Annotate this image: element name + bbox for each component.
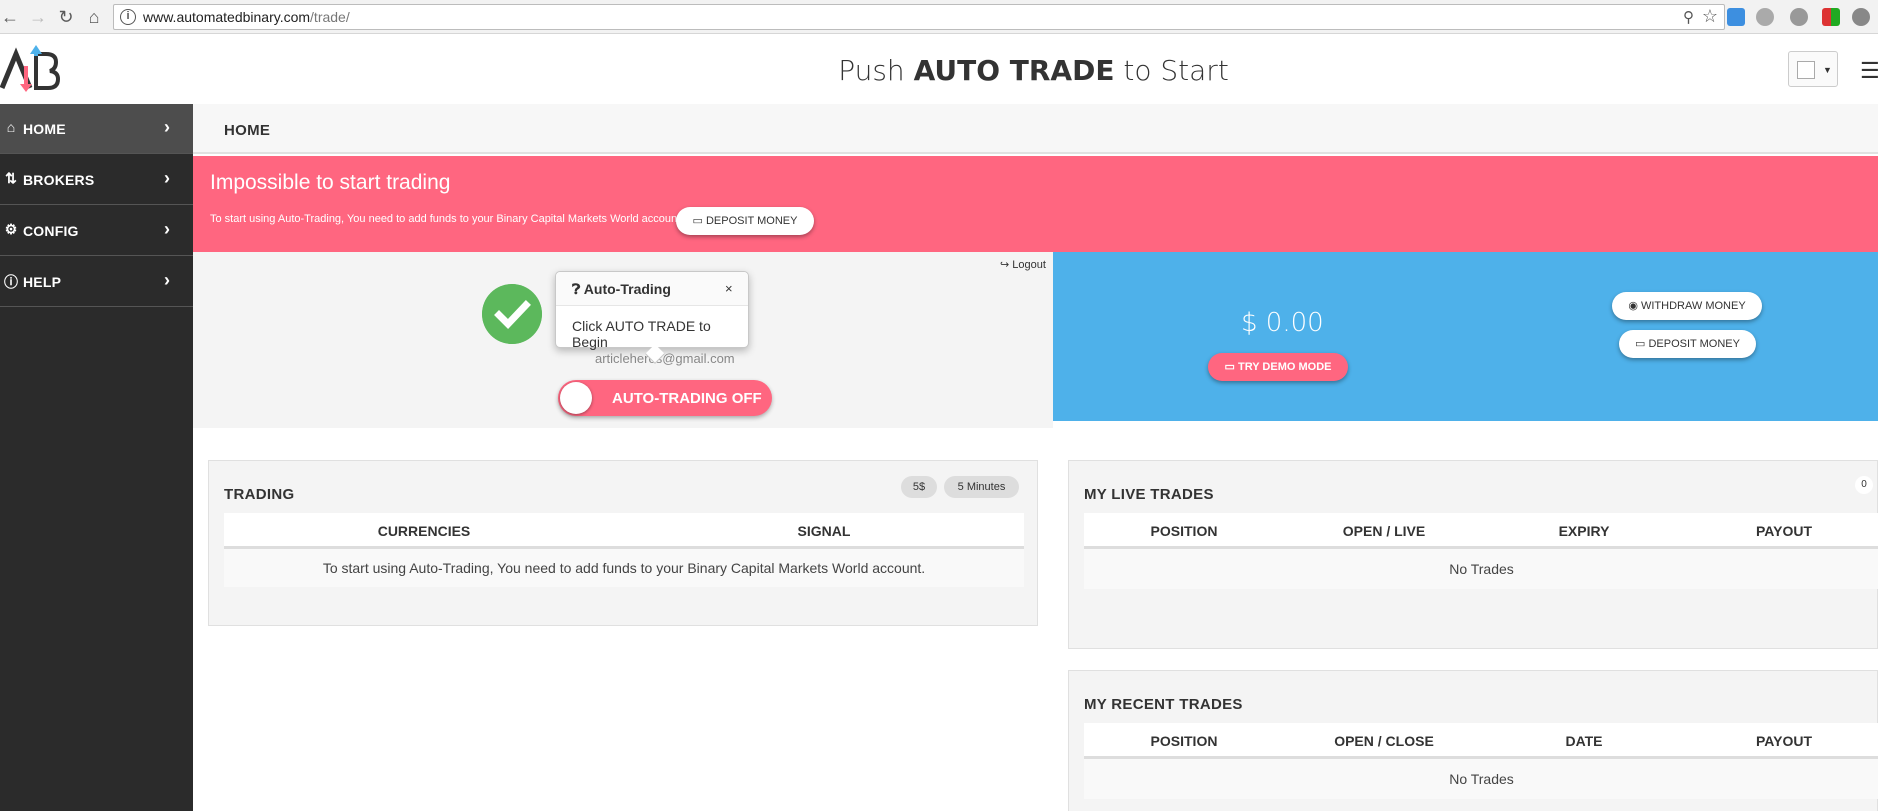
column-header: OPEN / LIVE: [1342, 523, 1426, 539]
balance-panel: $ 0.00 ▭ TRY DEMO MODE ◉ WITHDRAW MONEY …: [1053, 252, 1878, 421]
trading-card: TRADING 5$ 5 Minutes CURRENCIES SIGNAL T…: [208, 460, 1038, 626]
chevron-right-icon: ›: [164, 168, 170, 188]
extension-puzzle-icon[interactable]: [1852, 8, 1870, 26]
url-text: www.automatedbinary.com/trade/: [143, 9, 350, 25]
credit-card-icon: ▭: [692, 215, 703, 227]
withdraw-money-button[interactable]: ◉ WITHDRAW MONEY: [1612, 292, 1762, 320]
column-header: DATE: [1565, 733, 1603, 749]
column-header: POSITION: [1150, 523, 1218, 539]
logout-icon: ↪: [1000, 259, 1010, 271]
trade-expiry-chip[interactable]: 5 Minutes: [944, 476, 1019, 498]
try-demo-mode-button[interactable]: ▭ TRY DEMO MODE: [1208, 353, 1348, 381]
sidebar-item-label: CONFIG: [23, 223, 79, 239]
auto-trading-popover: ❓︎ Auto-Trading × Click AUTO TRADE to Be…: [555, 271, 749, 364]
key-icon[interactable]: ⚲: [1683, 8, 1694, 26]
extension-cloud-icon[interactable]: [1756, 8, 1774, 26]
column-header: POSITION: [1150, 733, 1218, 749]
flag-icon: [1797, 61, 1815, 79]
sidebar-item-config[interactable]: ⚙ CONFIG ›: [0, 206, 193, 256]
column-header: CURRENCIES: [377, 523, 471, 539]
chevron-right-icon: ›: [164, 270, 170, 290]
piggy-bank-icon: ◉: [1628, 300, 1638, 312]
balance-amount: $ 0.00: [1241, 308, 1324, 338]
trading-title: TRADING: [224, 486, 295, 503]
table-header: POSITION OPEN / CLOSE DATE PAYOUT: [1084, 723, 1878, 759]
recent-trades-title: MY RECENT TRADES: [1084, 696, 1243, 713]
address-bar[interactable]: i www.automatedbinary.com/trade/ ⚲ ☆: [113, 4, 1725, 30]
sidebar-item-help[interactable]: ⓘ HELP ›: [0, 257, 193, 307]
bookmark-star-icon[interactable]: ☆: [1702, 6, 1718, 27]
logout-link[interactable]: ↪ Logout: [1000, 258, 1046, 271]
column-header: PAYOUT: [1755, 523, 1812, 539]
page-headline: Push AUTO TRADE to Start: [838, 54, 1229, 87]
language-dropdown[interactable]: ▼: [1788, 51, 1838, 87]
recent-trades-table: POSITION OPEN / CLOSE DATE PAYOUT No Tra…: [1084, 723, 1878, 799]
popover-close-button[interactable]: ×: [725, 281, 733, 296]
table-empty-row: No Trades: [1084, 759, 1878, 799]
sort-arrows-icon: ⇅: [5, 170, 17, 186]
gear-icon: ⚙: [4, 221, 18, 237]
browser-toolbar: ← → ↻ ⌂ i www.automatedbinary.com/trade/…: [0, 0, 1878, 34]
chevron-right-icon: ›: [164, 219, 170, 239]
extension-chart-icon[interactable]: [1727, 8, 1745, 26]
table-header: CURRENCIES SIGNAL: [224, 513, 1024, 549]
sidebar-item-label: HOME: [23, 121, 66, 137]
deposit-money-button[interactable]: ▭ DEPOSIT MONEY: [1619, 330, 1756, 358]
table-empty-row: No Trades: [1084, 549, 1878, 589]
credit-card-icon: ▭: [1635, 338, 1646, 350]
popover-body: Click AUTO TRADE to Begin: [572, 318, 711, 350]
toggle-label: AUTO-TRADING OFF: [612, 390, 762, 407]
funds-alert: Impossible to start trading To start usi…: [193, 156, 1878, 252]
reload-icon[interactable]: ↻: [56, 7, 76, 27]
table-empty-row: To start using Auto-Trading, You need to…: [224, 549, 1024, 587]
extension-grid-icon[interactable]: [1822, 8, 1840, 26]
column-header: EXPIRY: [1558, 523, 1610, 539]
hamburger-menu-icon[interactable]: ☰: [1860, 58, 1878, 84]
live-trades-table: POSITION OPEN / LIVE EXPIRY PAYOUT No Tr…: [1084, 513, 1878, 589]
question-circle-icon: ❓︎: [572, 281, 581, 297]
trade-amount-chip[interactable]: 5$: [901, 476, 937, 498]
live-trades-count-badge: 0: [1855, 476, 1873, 494]
sidebar: ⌂ HOME › ⇅ BROKERS › ⚙ CONFIG › ⓘ HELP ›: [0, 104, 193, 811]
breadcrumb: HOME: [193, 104, 1878, 154]
column-header: OPEN / CLOSE: [1334, 733, 1434, 749]
credit-card-icon: ▭: [1224, 361, 1235, 373]
auto-trading-toggle[interactable]: AUTO-TRADING OFF: [558, 380, 772, 416]
alert-title: Impossible to start trading: [210, 171, 451, 194]
extension-gear-icon[interactable]: [1790, 8, 1808, 26]
caret-down-icon: ▼: [1823, 65, 1832, 75]
live-trades-card: MY LIVE TRADES POSITION OPEN / LIVE EXPI…: [1068, 460, 1878, 649]
info-icon: ⓘ: [4, 274, 18, 290]
site-info-icon[interactable]: i: [120, 9, 136, 25]
column-header: PAYOUT: [1755, 733, 1812, 749]
live-trades-title: MY LIVE TRADES: [1084, 486, 1214, 503]
check-circle-icon: [482, 284, 542, 344]
sidebar-item-label: BROKERS: [23, 172, 95, 188]
sidebar-item-home[interactable]: ⌂ HOME ›: [0, 104, 193, 154]
column-header: SIGNAL: [797, 523, 851, 539]
toggle-knob[interactable]: [560, 382, 592, 414]
sidebar-item-brokers[interactable]: ⇅ BROKERS ›: [0, 155, 193, 205]
chevron-right-icon: ›: [164, 117, 170, 137]
forward-icon[interactable]: →: [28, 7, 48, 27]
deposit-money-button[interactable]: ▭ DEPOSIT MONEY: [676, 207, 814, 235]
home-page-icon[interactable]: ⌂: [84, 7, 104, 27]
popover-header: ❓︎ Auto-Trading ×: [556, 272, 748, 306]
home-icon: ⌂: [6, 119, 16, 135]
trading-table: CURRENCIES SIGNAL To start using Auto-Tr…: [224, 513, 1024, 587]
table-header: POSITION OPEN / LIVE EXPIRY PAYOUT: [1084, 513, 1878, 549]
alert-message: To start using Auto-Trading, You need to…: [210, 213, 684, 225]
popover-title: ❓︎ Auto-Trading: [572, 281, 671, 297]
site-header: Push AUTO TRADE to Start ▼ ☰: [0, 34, 1878, 104]
breadcrumb-label: HOME: [224, 122, 271, 139]
sidebar-item-label: HELP: [23, 274, 62, 290]
recent-trades-card: MY RECENT TRADES POSITION OPEN / CLOSE D…: [1068, 670, 1878, 811]
back-icon[interactable]: ←: [0, 7, 20, 27]
